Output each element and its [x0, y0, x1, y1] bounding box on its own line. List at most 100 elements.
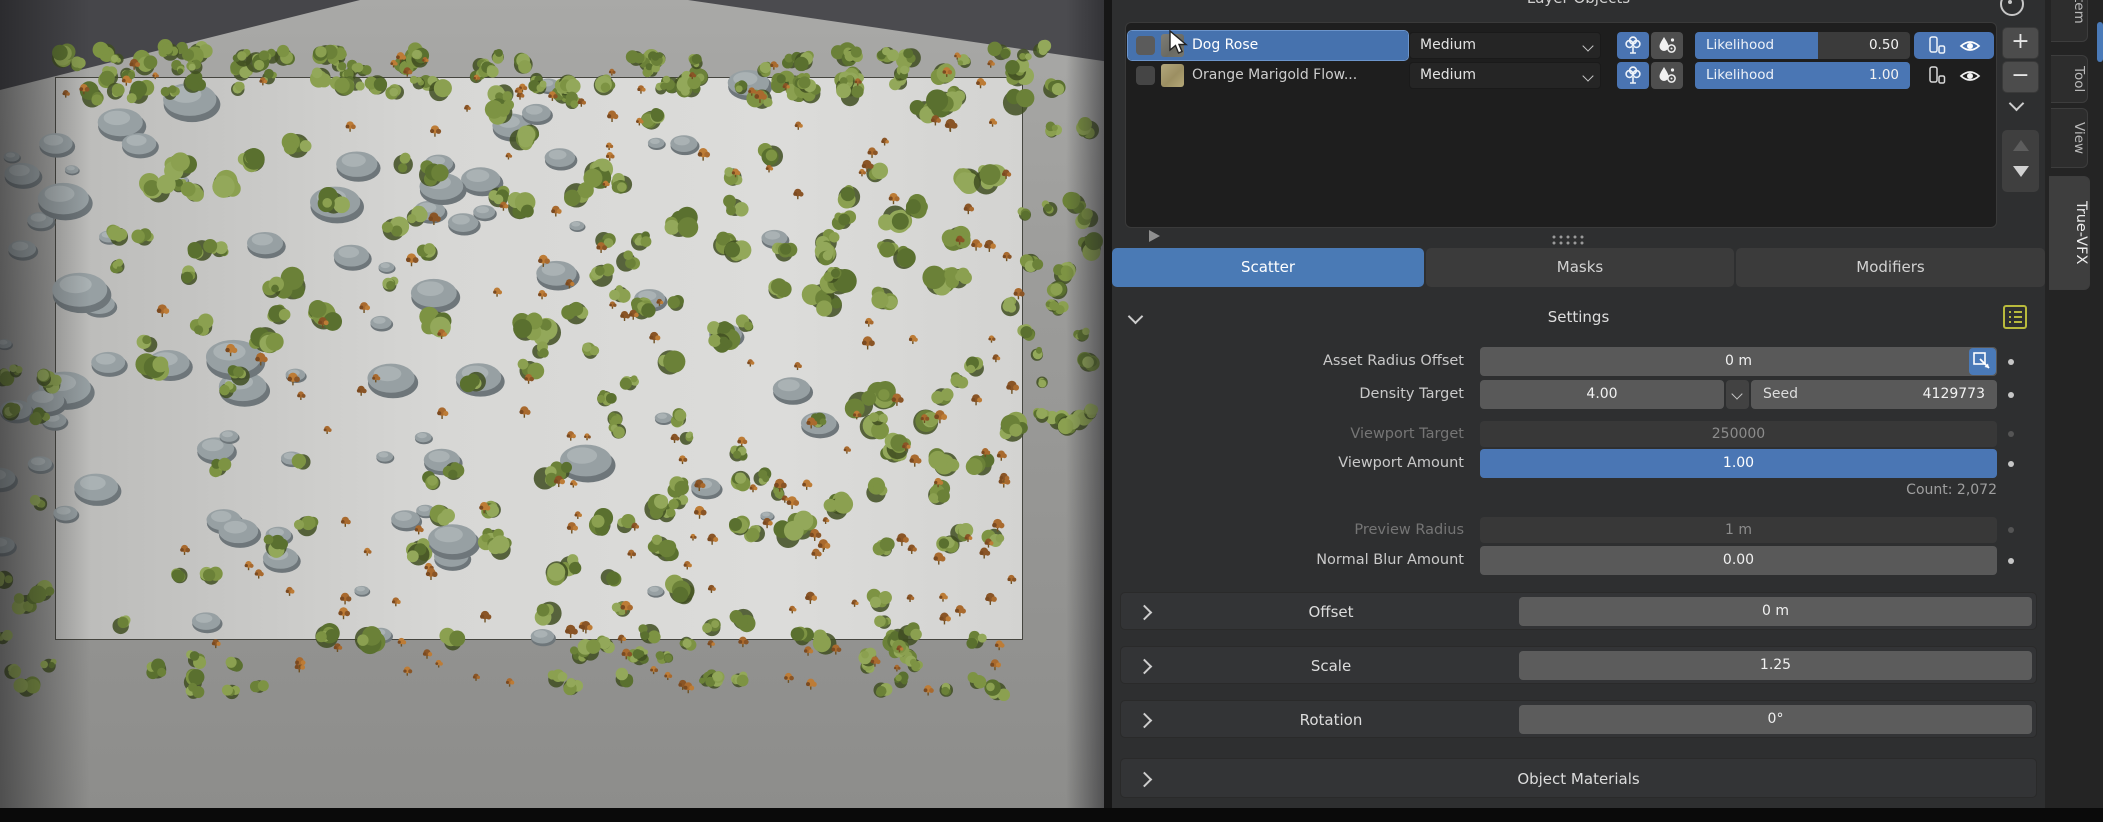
list-item[interactable]: Orange Marigold Flow... Medium: [1128, 61, 1994, 90]
scatter-count-label: Count: 2,072: [1112, 482, 1997, 498]
panel-title-clip: Layer Objects: [1112, 0, 2045, 9]
rotation-value-field[interactable]: 0°: [1519, 705, 2032, 734]
seed-field[interactable]: Seed 4129773: [1751, 380, 1997, 409]
move-down-button[interactable]: [2013, 166, 2029, 177]
chevron-down-icon: [1731, 388, 1742, 399]
droplet-clock-icon: [1656, 35, 1678, 57]
list-item[interactable]: Dog Rose Medium: [1128, 31, 1994, 60]
settings-title: Settings: [1112, 300, 2045, 334]
chevron-down-icon: [1582, 70, 1593, 81]
eye-icon[interactable]: [1959, 68, 1981, 84]
tab-modifiers[interactable]: Modifiers: [1736, 248, 2045, 287]
editor-divider[interactable]: [1104, 0, 1112, 808]
layer-name[interactable]: Dog Rose: [1192, 31, 1258, 60]
scatter-panel: Layer Objects Dog Rose Medium: [1112, 0, 2045, 808]
chevron-right-icon: [1137, 659, 1153, 675]
tab-view[interactable]: View: [2051, 108, 2088, 168]
filter-icon: [2000, 0, 2024, 16]
scatter-bush-icon: [1622, 65, 1644, 87]
scrollbar-thumb[interactable]: [2097, 22, 2103, 62]
eye-icon[interactable]: [1959, 38, 1981, 54]
layer-name[interactable]: Orange Marigold Flow...: [1192, 61, 1357, 90]
animate-dot[interactable]: [2008, 558, 2014, 564]
viewport-amount-label: Viewport Amount: [1124, 449, 1464, 478]
move-up-button[interactable]: [2013, 140, 2029, 151]
preset-value: Medium: [1420, 67, 1476, 83]
scatter-toggle[interactable]: [1617, 62, 1649, 89]
layer-checkbox[interactable]: [1136, 66, 1155, 85]
section-label: Rotation: [1181, 701, 1481, 739]
viewport-amount-slider[interactable]: 1.00: [1480, 449, 1997, 478]
animate-dot: [2008, 431, 2014, 437]
layer-checkbox[interactable]: [1136, 36, 1155, 55]
preset-dropdown[interactable]: Medium: [1409, 32, 1601, 59]
slider-label: Likelihood: [1706, 62, 1774, 89]
tab-masks[interactable]: Masks: [1426, 248, 1734, 287]
display-toggle-icon[interactable]: [1927, 65, 1947, 87]
layer-objects-list: Dog Rose Medium: [1125, 22, 1997, 228]
preset-dropdown[interactable]: Medium: [1409, 62, 1601, 89]
section-scale[interactable]: Scale 1.25: [1120, 646, 2037, 684]
weather-toggle[interactable]: [1651, 32, 1683, 59]
viewport-target-field: 250000: [1480, 421, 1997, 447]
asset-radius-offset-field[interactable]: 0 m: [1480, 347, 1997, 376]
density-dropdown-button[interactable]: [1726, 380, 1749, 409]
section-label: Scale: [1181, 647, 1481, 685]
normal-blur-label: Normal Blur Amount: [1124, 546, 1464, 575]
tab-item[interactable]: Item: [2051, 0, 2088, 42]
list-menu-chevron[interactable]: [2009, 96, 2025, 112]
reorder-spinner: [2002, 130, 2039, 192]
tab-tool[interactable]: Tool: [2051, 55, 2088, 103]
tab-scatter[interactable]: Scatter: [1112, 248, 1424, 287]
visibility-toggle-group: [1914, 32, 1994, 59]
likelihood-slider[interactable]: Likelihood 0.50: [1695, 32, 1910, 59]
section-label: Offset: [1181, 593, 1481, 631]
list-filter-button[interactable]: [1996, 0, 2030, 17]
section-rotation[interactable]: Rotation 0°: [1120, 700, 2037, 738]
asset-thumbnail: [1161, 64, 1184, 87]
slider-value: 0.50: [1869, 32, 1899, 59]
scale-value-field[interactable]: 1.25: [1519, 651, 2032, 680]
likelihood-slider[interactable]: Likelihood 1.00: [1695, 62, 1910, 89]
seed-value: 4129773: [1923, 380, 1985, 409]
normal-blur-field[interactable]: 0.00: [1480, 546, 1997, 575]
scatter-toggle[interactable]: [1617, 32, 1649, 59]
viewport-vignette: [0, 0, 90, 808]
screen-pick-icon: [1969, 348, 1996, 375]
preset-value: Medium: [1420, 37, 1476, 53]
density-target-field[interactable]: 4.00: [1480, 380, 1724, 409]
section-label: Object Materials: [1121, 759, 2036, 797]
chevron-down-icon: [1582, 40, 1593, 51]
remove-layer-button[interactable]: −: [2002, 61, 2039, 93]
radius-picker-button[interactable]: [1969, 348, 1996, 375]
preview-radius-label: Preview Radius: [1124, 517, 1464, 543]
asset-radius-offset-label: Asset Radius Offset: [1124, 347, 1464, 376]
3d-viewport[interactable]: [0, 0, 1110, 808]
panel-title: Layer Objects: [1112, 0, 2045, 7]
animate-dot[interactable]: [2008, 461, 2014, 467]
animate-dot[interactable]: [2008, 359, 2014, 365]
viewport-target-label: Viewport Target: [1124, 421, 1464, 447]
seed-label: Seed: [1751, 386, 1798, 402]
density-target-label: Density Target: [1124, 380, 1464, 409]
slider-value: 1.00: [1869, 62, 1899, 89]
sidebar-tab-column: Item Tool View True-VFX: [2045, 0, 2103, 808]
weather-toggle[interactable]: [1651, 62, 1683, 89]
section-object-materials[interactable]: Object Materials: [1120, 758, 2037, 798]
animate-dot[interactable]: [2008, 392, 2014, 398]
display-toggle-icon[interactable]: [1927, 35, 1947, 57]
section-offset[interactable]: Offset 0 m: [1120, 592, 2037, 630]
mouse-cursor: [1168, 30, 1190, 56]
offset-value-field[interactable]: 0 m: [1519, 597, 2032, 626]
preview-radius-field: 1 m: [1480, 517, 1997, 543]
droplet-clock-icon: [1656, 65, 1678, 87]
chevron-right-icon: [1137, 713, 1153, 729]
animate-dot: [2008, 527, 2014, 533]
list-expand-triangle[interactable]: [1149, 230, 1160, 242]
tab-true-vfx[interactable]: True-VFX: [2049, 176, 2090, 290]
chevron-right-icon: [1137, 605, 1153, 621]
add-layer-button[interactable]: +: [2002, 27, 2039, 59]
scattered-assets-layer: [0, 0, 1110, 808]
list-resize-grip[interactable]: [1551, 234, 1585, 246]
scatter-bush-icon: [1622, 35, 1644, 57]
